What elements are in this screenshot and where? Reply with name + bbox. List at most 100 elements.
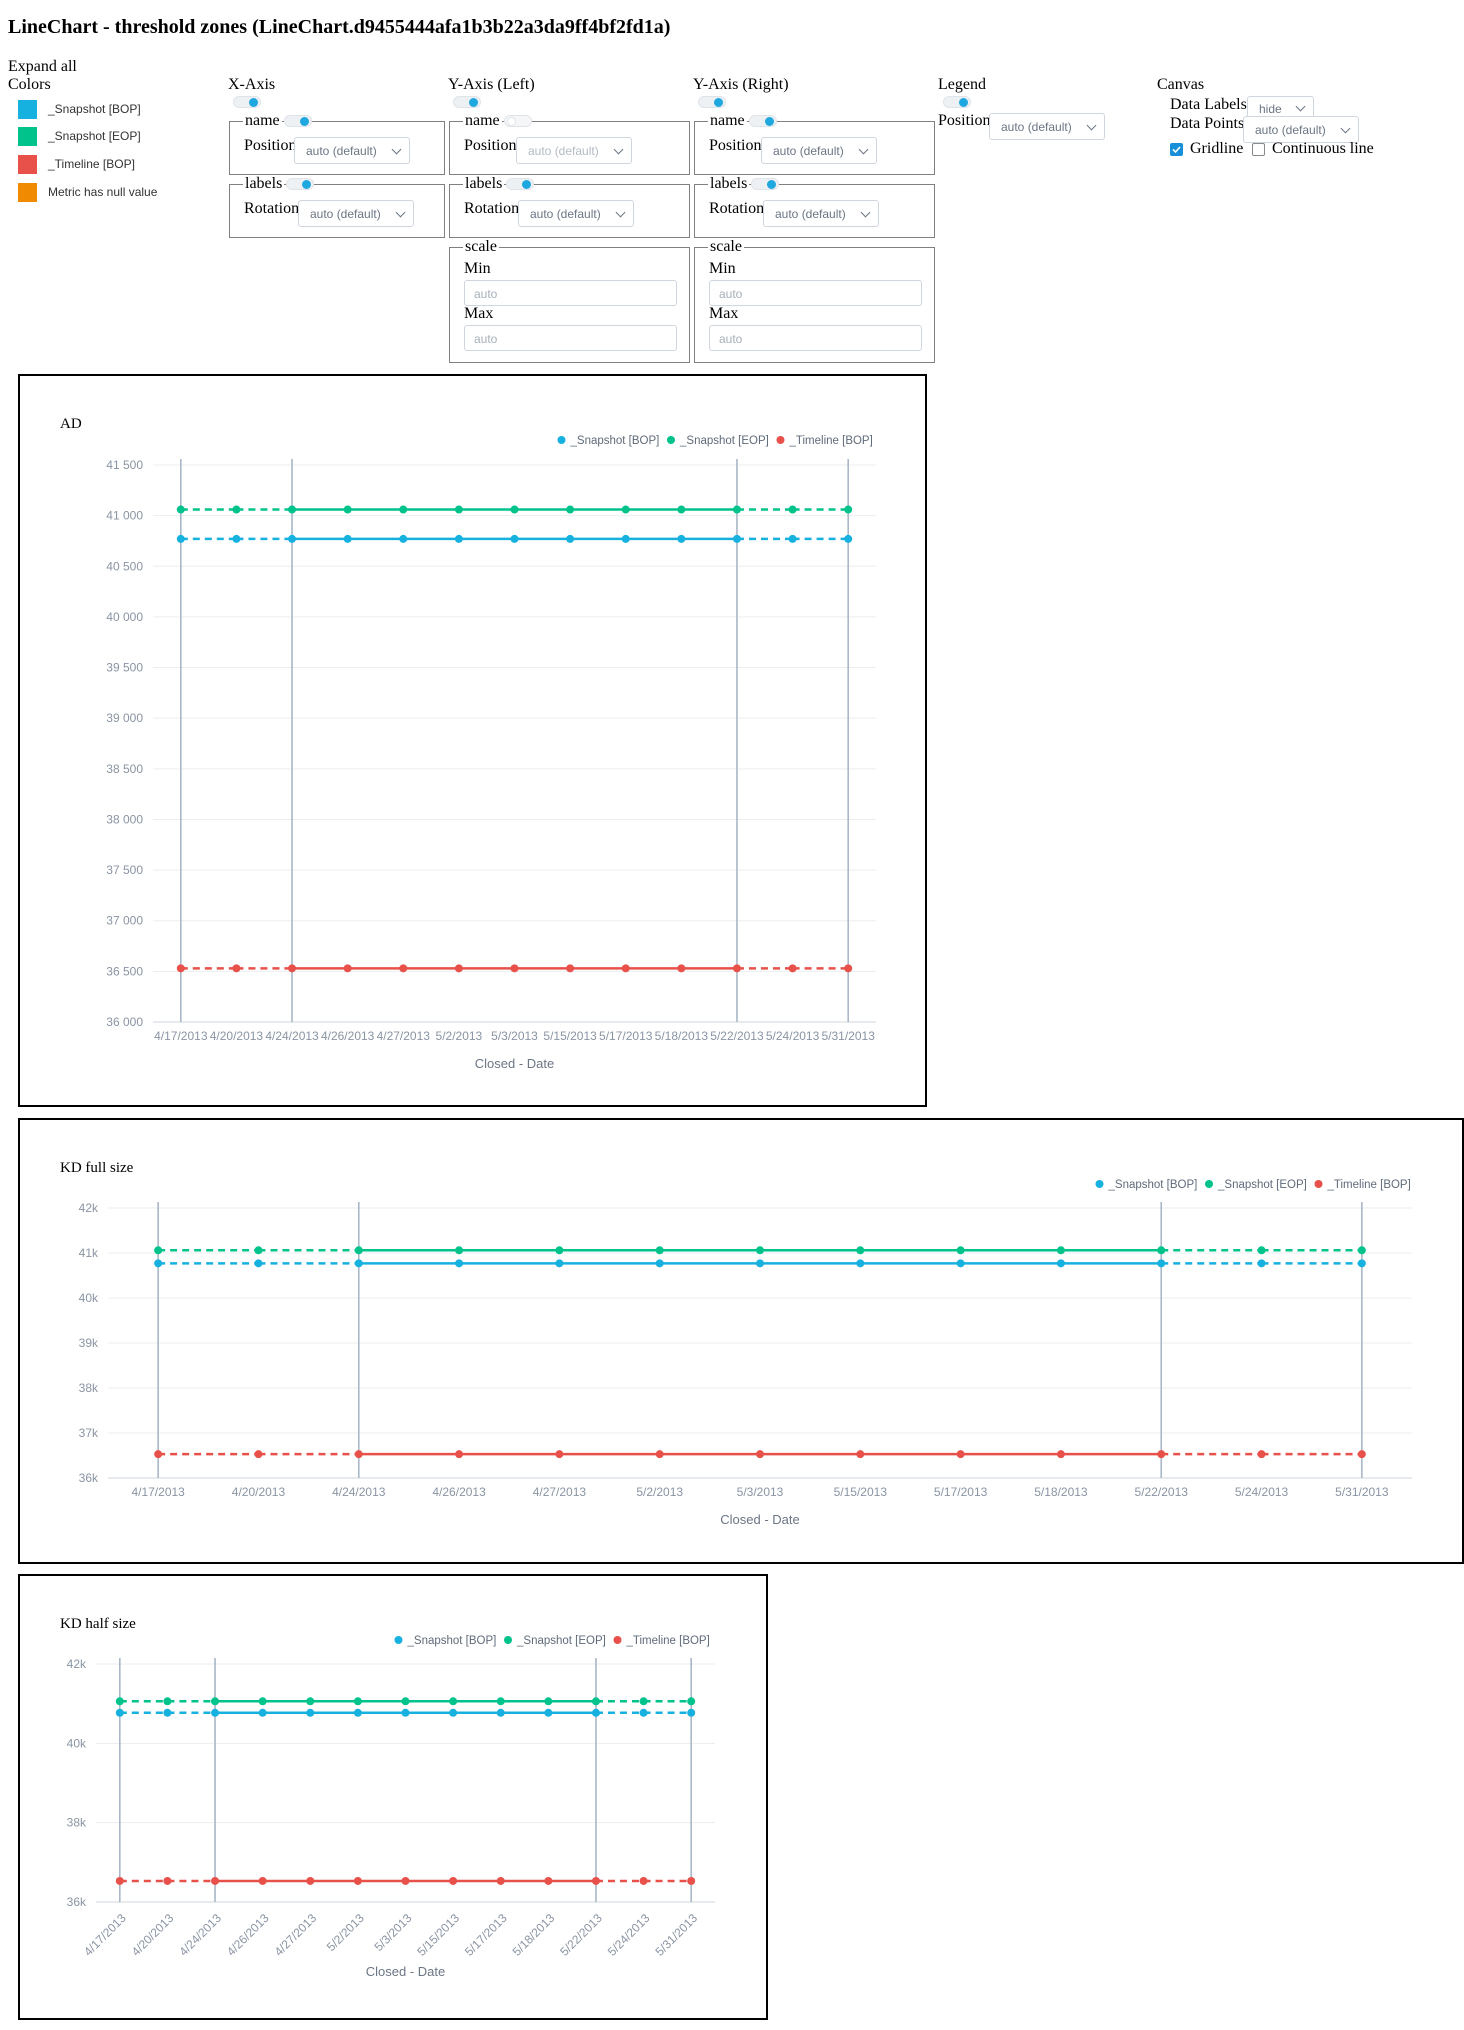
data-point-snapshot-eop — [639, 1697, 648, 1706]
data-point-timeline-bop — [1056, 1450, 1065, 1459]
data-point-snapshot-eop — [353, 1697, 362, 1706]
data-points-select[interactable]: auto (default) — [1243, 116, 1359, 143]
data-point-timeline-bop — [510, 964, 519, 973]
data-point-timeline-bop — [639, 1876, 648, 1885]
data-point-timeline-bop — [621, 964, 630, 973]
continuous-line-checkbox[interactable] — [1252, 143, 1265, 156]
y-axis-right-position-label: Position — [709, 137, 762, 154]
data-point-snapshot-bop — [956, 1259, 965, 1268]
data-labels-label: Data Labels — [1170, 96, 1247, 113]
color-swatch-snapshot-eop[interactable] — [18, 127, 37, 146]
data-point-timeline-bop — [454, 964, 463, 973]
chart-title: KD half size — [60, 1616, 136, 1632]
color-label-snapshot-eop: _Snapshot [EOP] — [48, 129, 141, 143]
x-axis-labels-toggle[interactable] — [286, 178, 314, 190]
y-axis-right-position-select[interactable]: auto (default) — [761, 137, 877, 164]
y-tick-label: 39 000 — [106, 711, 143, 725]
data-point-snapshot-eop — [1056, 1246, 1065, 1255]
y-axis-left-name-toggle[interactable] — [504, 115, 532, 127]
data-point-snapshot-eop — [176, 505, 185, 514]
data-point-timeline-bop — [591, 1876, 600, 1885]
data-point-snapshot-bop — [258, 1708, 267, 1717]
data-point-snapshot-bop — [288, 534, 297, 543]
chevron-down-icon — [1340, 123, 1351, 134]
data-point-timeline-bop — [756, 1450, 764, 1459]
x-tick-label: 5/3/2013 — [491, 1029, 538, 1043]
data-point-snapshot-eop — [454, 505, 463, 514]
data-point-snapshot-eop — [591, 1697, 600, 1706]
y-axis-left-min-input[interactable]: auto — [464, 280, 677, 306]
chevron-down-icon — [395, 207, 406, 218]
data-point-timeline-bop — [232, 964, 241, 973]
y-axis-right-toggle[interactable] — [698, 96, 726, 108]
y-axis-left-labels-toggle[interactable] — [506, 178, 534, 190]
data-point-snapshot-eop — [401, 1697, 410, 1706]
color-swatch-snapshot-bop[interactable] — [18, 100, 37, 119]
legend-toggle[interactable] — [943, 96, 971, 108]
data-point-snapshot-bop — [591, 1708, 600, 1717]
y-tick-label: 40 500 — [106, 559, 143, 573]
x-tick-label: 4/20/2013 — [232, 1485, 286, 1499]
color-swatch-null-value[interactable] — [18, 183, 37, 202]
line-chart-kd-full[interactable]: 36k 37k 38k 39k 40k 41k 42k 4/17/2013 4/20/2013 4… — [20, 1120, 1462, 1562]
y-axis-right-max-input[interactable]: auto — [709, 325, 922, 351]
data-point-snapshot-eop — [677, 505, 686, 514]
x-axis-position-select[interactable]: auto (default) — [294, 137, 410, 164]
data-point-snapshot-eop — [232, 505, 241, 514]
legend-marker — [667, 436, 675, 444]
y-axis-left-rotation-select[interactable]: auto (default) — [518, 200, 634, 227]
continuous-line-label: Continuous line — [1272, 140, 1374, 157]
chevron-down-icon — [860, 207, 871, 218]
x-tick-label: 5/24/2013 — [766, 1029, 820, 1043]
x-axis-label: Closed - Date — [475, 1056, 554, 1071]
expand-all-link[interactable]: Expand all — [8, 58, 77, 76]
x-tick-label: 5/2/2013 — [436, 1029, 483, 1043]
chart-panel-ad: AD 36 000 36 500 37 000 37 500 38 000 38 500 3… — [18, 374, 927, 1107]
data-point-snapshot-bop — [732, 534, 741, 543]
data-point-snapshot-eop — [1157, 1246, 1166, 1255]
data-point-snapshot-bop — [454, 534, 463, 543]
data-point-snapshot-eop — [288, 505, 297, 514]
color-label-timeline-bop: _Timeline [BOP] — [48, 157, 135, 171]
y-axis-left-max-input[interactable]: auto — [464, 325, 677, 351]
x-axis-rotation-label: Rotation — [244, 200, 300, 217]
chart-title: KD full size — [60, 1160, 134, 1176]
line-chart-kd-half[interactable]: 36k38k40k42k4/17/2013 4/20/2013 4/24/2013 4… — [20, 1576, 766, 2018]
line-chart-ad[interactable]: 36 000 36 500 37 000 37 500 38 000 38 500 39 0… — [20, 376, 925, 1105]
y-axis-left-heading: Y-Axis (Left) — [448, 76, 535, 93]
x-axis-rotation-select[interactable]: auto (default) — [298, 200, 414, 227]
data-point-snapshot-bop — [788, 534, 797, 543]
x-axis-toggle[interactable] — [233, 96, 261, 108]
x-axis-heading: X-Axis — [228, 76, 276, 93]
legend-marker — [557, 436, 566, 444]
data-point-snapshot-bop — [455, 1259, 464, 1268]
data-point-snapshot-bop — [163, 1708, 172, 1717]
y-axis-right-rotation-select[interactable]: auto (default) — [763, 200, 879, 227]
data-point-timeline-bop — [544, 1876, 553, 1885]
data-point-snapshot-eop — [258, 1697, 267, 1706]
x-tick-label: 5/31/2013 — [821, 1029, 875, 1043]
x-tick-label: 5/18/2013 — [655, 1029, 709, 1043]
data-point-snapshot-eop — [732, 505, 741, 514]
x-tick-label: 5/22/2013 — [1135, 1485, 1189, 1499]
check-icon — [1172, 146, 1181, 154]
data-points-label: Data Points — [1170, 115, 1245, 132]
x-tick-label: 4/17/2013 — [81, 1911, 129, 1959]
x-axis-name-toggle[interactable] — [284, 115, 312, 127]
y-tick-label: 37 500 — [106, 863, 143, 877]
y-axis-left-position-select[interactable]: auto (default) — [516, 137, 632, 164]
data-point-snapshot-bop — [566, 534, 575, 543]
data-point-snapshot-bop — [232, 534, 241, 543]
legend-position-select[interactable]: auto (default) — [989, 113, 1105, 140]
y-axis-left-toggle[interactable] — [453, 96, 481, 108]
y-axis-right-labels-toggle[interactable] — [751, 178, 779, 190]
data-point-snapshot-eop — [449, 1697, 458, 1706]
color-swatch-timeline-bop[interactable] — [18, 155, 37, 174]
data-point-snapshot-bop — [1357, 1259, 1366, 1268]
data-point-timeline-bop — [1257, 1450, 1266, 1459]
y-axis-right-scale-legend: scale — [708, 238, 744, 256]
gridline-checkbox[interactable] — [1170, 143, 1183, 156]
data-point-timeline-bop — [354, 1450, 363, 1459]
y-axis-right-min-input[interactable]: auto — [709, 280, 922, 306]
y-axis-right-name-toggle[interactable] — [749, 115, 777, 127]
